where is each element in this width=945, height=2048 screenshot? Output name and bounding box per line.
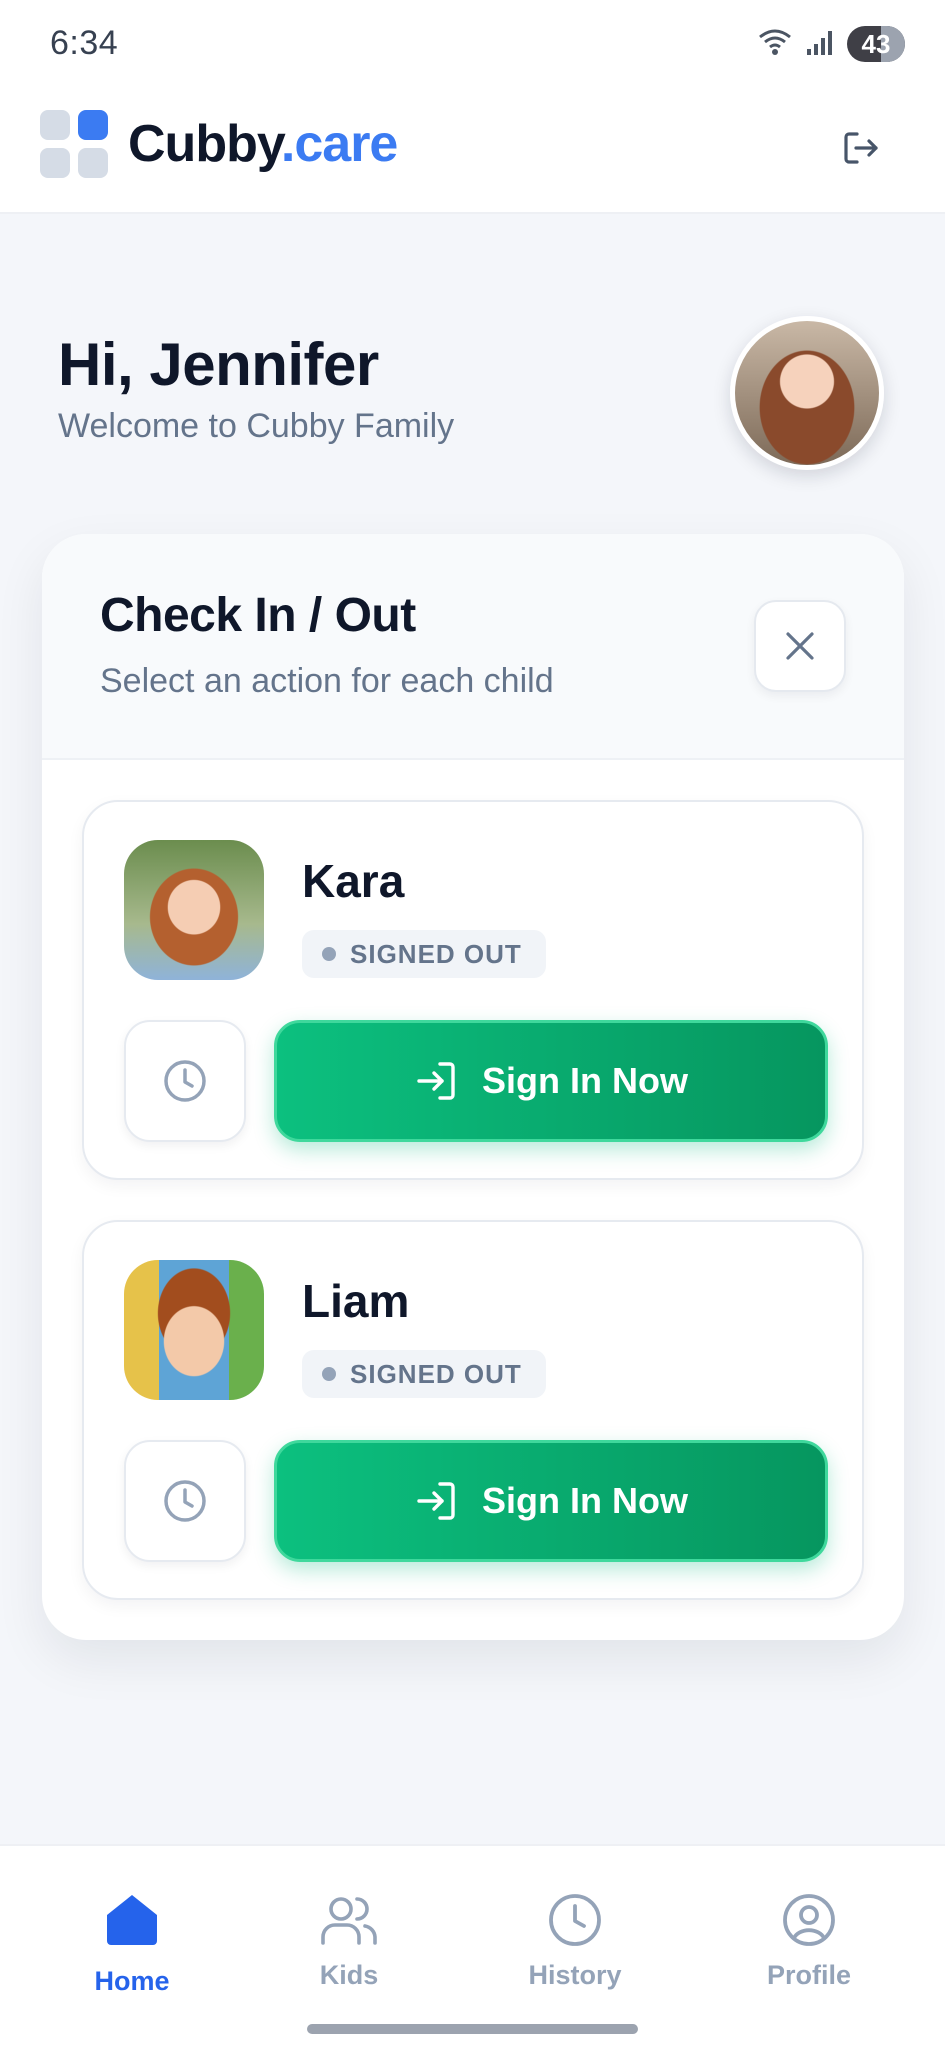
brand-name: Cubby — [128, 115, 282, 173]
child-name: Liam — [302, 1275, 410, 1327]
child-name: Kara — [302, 855, 405, 907]
nav-label: Home — [94, 1966, 170, 1996]
sign-in-label: Sign In Now — [482, 1060, 688, 1101]
panel-header: Check In / Out Select an action for each… — [42, 534, 904, 760]
sign-in-icon — [417, 1062, 455, 1100]
nav-home[interactable]: Home — [42, 1890, 222, 2010]
clock-icon — [164, 1060, 206, 1102]
panel-subtitle: Select an action for each child — [100, 662, 554, 700]
greeting-title: Hi, Jennifer — [58, 331, 379, 398]
child-card-liam: Liam SIGNED OUT Sign In Now — [82, 1220, 864, 1600]
sign-in-icon — [417, 1482, 455, 1520]
child-card-kara: Kara SIGNED OUT Sign In Now — [82, 800, 864, 1180]
nav-history[interactable]: History — [485, 1890, 665, 2010]
greeting: Hi, Jennifer Welcome to Cubby Family — [58, 330, 454, 446]
battery-level: 43 — [861, 28, 891, 59]
profile-icon — [779, 1890, 839, 1950]
status-time: 6:34 — [50, 24, 119, 62]
status-bar: 6:34 43 — [0, 0, 945, 88]
child-photo — [124, 840, 264, 980]
battery-icon: 43 — [847, 26, 905, 62]
logout-icon — [844, 132, 878, 164]
status-label: SIGNED OUT — [350, 1358, 522, 1389]
nav-profile[interactable]: Profile — [719, 1890, 899, 2010]
check-in-out-panel: Check In / Out Select an action for each… — [42, 534, 904, 1640]
logout-button[interactable] — [839, 126, 883, 170]
home-icon — [102, 1890, 162, 1950]
user-avatar[interactable] — [730, 316, 884, 470]
brand-suffix: .care — [280, 115, 398, 173]
logo-icon — [40, 110, 108, 178]
clock-icon — [164, 1480, 206, 1522]
status-icons: 43 — [757, 22, 905, 66]
close-icon — [786, 632, 814, 660]
close-button[interactable] — [754, 600, 846, 692]
status-dot — [322, 947, 336, 961]
status-label: SIGNED OUT — [350, 938, 522, 969]
home-indicator[interactable] — [307, 2024, 638, 2034]
brand-logo: Cubby.care — [128, 114, 398, 174]
sign-in-label: Sign In Now — [482, 1480, 688, 1521]
greeting-subtitle: Welcome to Cubby Family — [58, 407, 455, 445]
app-header: Cubby.care — [0, 88, 945, 214]
wifi-icon — [757, 27, 793, 62]
nav-label: Kids — [319, 1960, 379, 1990]
clock-icon — [545, 1890, 605, 1950]
panel-title: Check In / Out — [100, 589, 416, 642]
status-dot — [322, 1367, 336, 1381]
child-photo — [124, 1260, 264, 1400]
bottom-nav: Home Kids History Profile — [0, 1844, 945, 2048]
history-button[interactable] — [124, 1020, 246, 1142]
nav-label: Profile — [766, 1960, 852, 1990]
nav-label: History — [528, 1960, 622, 1990]
nav-kids[interactable]: Kids — [259, 1890, 439, 2010]
status-badge: SIGNED OUT — [302, 1350, 546, 1398]
sign-in-button[interactable]: Sign In Now — [274, 1020, 828, 1142]
status-badge: SIGNED OUT — [302, 930, 546, 978]
sign-in-button[interactable]: Sign In Now — [274, 1440, 828, 1562]
users-icon — [319, 1890, 379, 1950]
signal-icon — [805, 27, 835, 62]
history-button[interactable] — [124, 1440, 246, 1562]
